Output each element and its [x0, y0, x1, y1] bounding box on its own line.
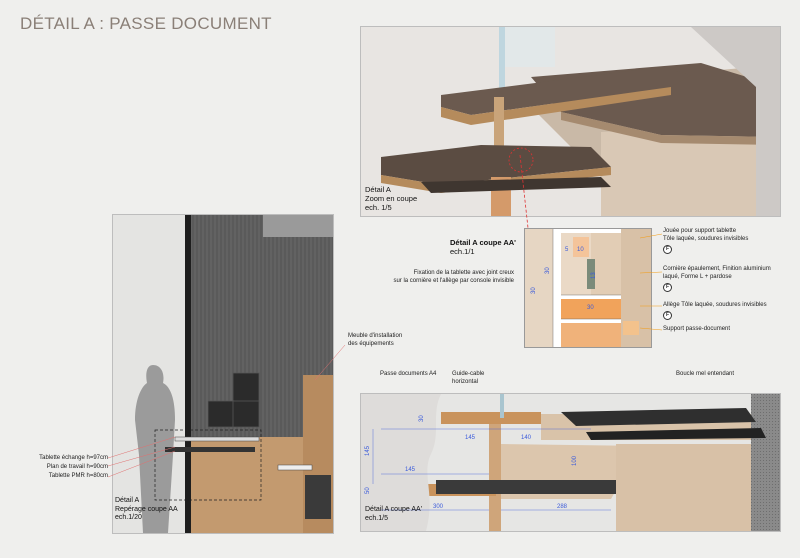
section-detail-drawing: 5 10 30 13 30 30 — [525, 229, 651, 347]
level-label: Tablette PMR h=80cm — [48, 473, 108, 479]
elevation-levels: Tablette échange h=97cm Plan de travail … — [8, 454, 108, 481]
elevation-caption-line: Repérage coupe AA — [115, 505, 178, 513]
section-detail-panel: 5 10 30 13 30 30 — [524, 228, 652, 348]
dim-label: 145 — [465, 435, 476, 441]
section-detail-caption: Détail A coupe AA' ech.1/1 — [450, 238, 516, 256]
zoom-caption: Détail A Zoom en coupe ech. 1/5 — [365, 185, 417, 212]
note-line: Guide-cable — [452, 371, 485, 377]
f-marker: F — [663, 245, 672, 254]
f-marker: F — [663, 283, 672, 292]
f-marker: F — [663, 311, 672, 320]
furniture-note: Meuble d'installation des équipements — [348, 333, 402, 348]
dim-label: 13 — [591, 272, 597, 279]
note-line: Tôle laquée, soudures invisibles — [663, 235, 749, 242]
dim-label: 30 — [419, 415, 425, 422]
section-caption-line: Détail A coupe AA' — [450, 238, 516, 247]
note-line: sur la cornière et l'allège par console … — [393, 277, 514, 284]
note-line: laqué, Forme L + pardose — [663, 273, 732, 280]
dim-label: 145 — [405, 467, 416, 473]
dim-label: 30 — [587, 305, 594, 311]
dim-label: 10 — [577, 247, 584, 253]
zoom-caption-line: Zoom en coupe — [365, 194, 418, 203]
dim-label: 30 — [531, 287, 537, 294]
dim-label: 288 — [557, 504, 568, 510]
zoom-caption-line: Détail A — [365, 185, 391, 194]
dim-label: 100 — [572, 455, 578, 466]
note-joue: Jouée pour support tablette Tôle laquée,… — [663, 228, 748, 243]
elevation-drawing — [113, 215, 333, 533]
zoom-panel: Détail A Zoom en coupe ech. 1/5 — [360, 26, 781, 217]
callout-guide-cable: Guide-cable horizontal — [452, 371, 484, 386]
section-caption-line: ech.1/5 — [365, 514, 388, 522]
note-line: des équipements — [348, 340, 394, 347]
dim-label: 300 — [433, 504, 444, 510]
elevation-caption: Détail A Repérage coupe AA ech.1/20 — [115, 497, 178, 523]
fixation-note: Fixation de la tablette avec joint creux… — [380, 270, 514, 285]
callout-passe-documents: Passe documents A4 — [380, 371, 437, 377]
level-label: Plan de travail h=90cm — [46, 464, 108, 470]
detail-connector — [519, 154, 529, 229]
note-line: Allège Tôle laquée, soudures invisibles — [663, 302, 767, 308]
section-15-drawing: 30 145 140 145 145 100 50 300 288 — [361, 394, 780, 531]
dim-label: 145 — [365, 445, 371, 456]
note-support: Support passe-document — [663, 326, 730, 334]
note-line: Jouée pour support tablette — [663, 228, 737, 234]
section-15-panel: 30 145 140 145 145 100 50 300 288 Détail… — [360, 393, 781, 532]
note-line: Support passe-document — [663, 326, 731, 332]
dim-label: 140 — [521, 435, 532, 441]
zoom-caption-line: ech. 1/5 — [365, 203, 392, 212]
leader-lines — [640, 233, 663, 331]
note-line: Meuble d'installation — [348, 333, 403, 339]
section-caption-line: Détail A coupe AA' — [365, 506, 422, 513]
page-title: DÉTAIL A : PASSE DOCUMENT — [20, 14, 272, 33]
elevation-caption-line: ech.1/20 — [115, 514, 142, 521]
dim-label: 50 — [365, 487, 371, 494]
note-line: horizontal — [452, 378, 479, 385]
note-allege: Allège Tôle laquée, soudures invisibles — [663, 302, 767, 310]
callout-boucle: Boucle mel entendant — [676, 371, 735, 377]
level-label: Tablette échange h=97cm — [39, 455, 108, 461]
elevation-panel — [112, 214, 334, 534]
note-corniere: Cornière épaulement, Finition aluminium … — [663, 266, 771, 281]
zoom-drawing — [361, 27, 780, 216]
dim-label: 30 — [545, 267, 551, 274]
note-line: Cornière épaulement, Finition aluminium — [663, 266, 771, 272]
elevation-caption-line: Détail A — [115, 497, 140, 504]
section-15-caption: Détail A coupe AA' ech.1/5 — [365, 506, 422, 523]
section-caption-line: ech.1/1 — [450, 247, 475, 256]
note-line: Fixation de la tablette avec joint creux — [413, 270, 514, 276]
